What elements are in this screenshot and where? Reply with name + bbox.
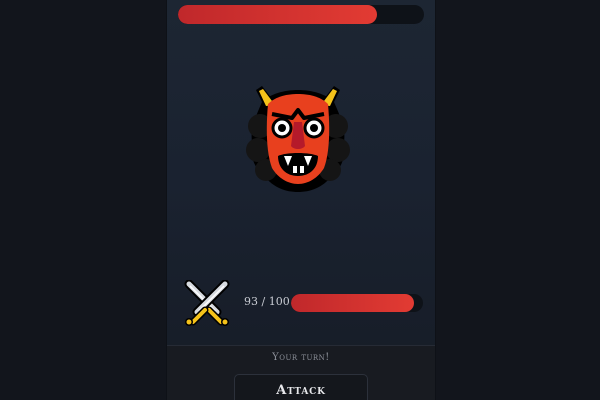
player-hp-bar [291, 294, 423, 312]
player-hp-value: 93 / 100 [244, 295, 290, 308]
enemy-hp-bar [178, 5, 424, 24]
crossed-swords-icon [184, 280, 230, 326]
player-hp-fill [291, 294, 414, 312]
game-screen: 93 / 100 Your turn! Attack [0, 0, 600, 400]
battle-panel [167, 0, 435, 400]
attack-button[interactable]: Attack [234, 374, 368, 400]
ogre-icon [246, 86, 350, 192]
enemy-hp-fill [178, 5, 378, 24]
turn-indicator: Your turn! [272, 352, 330, 363]
